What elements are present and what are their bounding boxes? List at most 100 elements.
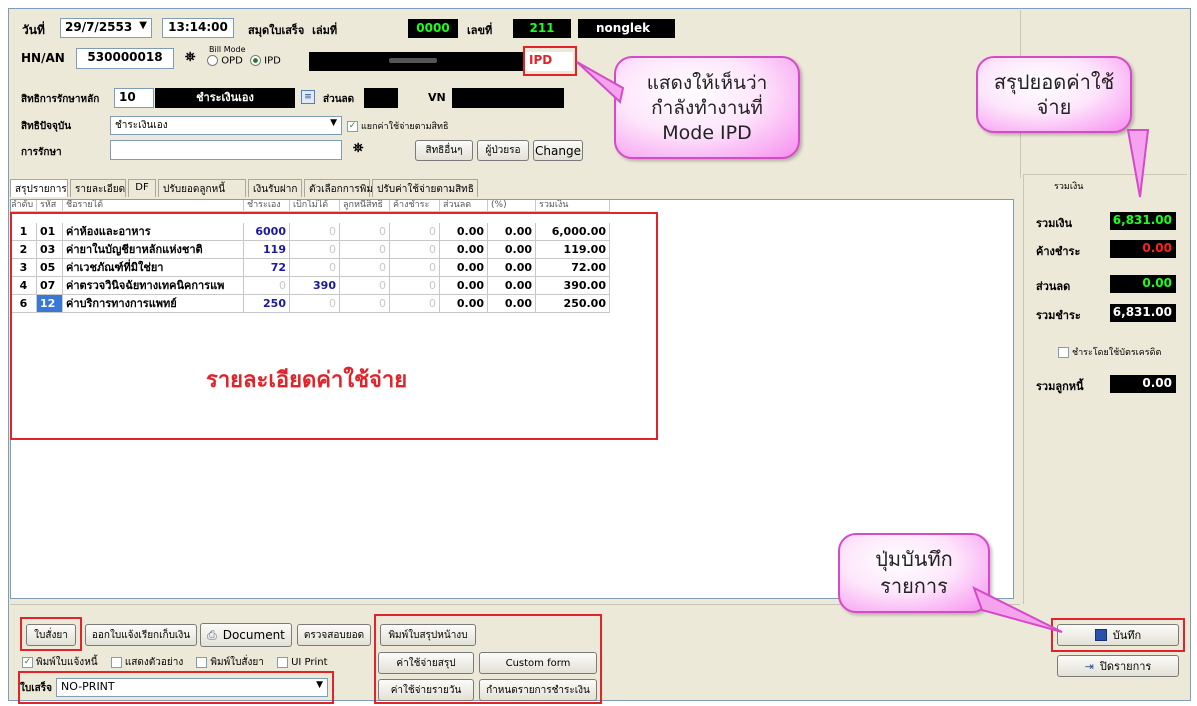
- prescription-highlight-box: [20, 617, 82, 651]
- exit-door-icon: ⇥: [1084, 659, 1094, 673]
- dropdown-list-icon[interactable]: ≡: [301, 90, 315, 104]
- book-no-label: เล่มที่: [312, 24, 338, 37]
- discount-label: ส่วนลด: [1036, 280, 1071, 293]
- book-number: 0000: [408, 19, 458, 38]
- expense-highlight-box: [10, 212, 658, 440]
- discount-header-label: ส่วนลด: [323, 94, 355, 105]
- date-value: 29/7/2553: [65, 20, 133, 34]
- col-header-percent: (%): [488, 200, 536, 212]
- checkbox-icon[interactable]: [110, 656, 122, 668]
- split-by-right-label: แยกค่าใช้จ่ายตามสิทธิ: [361, 122, 449, 132]
- hn-label: HN/AN: [21, 51, 65, 65]
- ui-print-label: UI Print: [291, 657, 328, 668]
- callout-save-line2: รายการ: [880, 574, 948, 598]
- debtor-label: รวมลูกหนี้: [1036, 380, 1084, 393]
- treatment-input[interactable]: [110, 140, 342, 160]
- print-prescription-label: พิมพ์ใบสั่งยา: [210, 657, 264, 668]
- callout-summary-line1: สรุปยอดค่าใช้: [993, 70, 1115, 94]
- current-right-value: ชำระเงินเอง: [115, 120, 168, 131]
- tab-adjust-by-right[interactable]: ปรับค่าใช้จ่ายตามสิทธิ: [372, 179, 478, 197]
- other-rights-button[interactable]: สิทธิอื่นๆ: [415, 140, 473, 161]
- custom-form-button[interactable]: Custom form: [479, 652, 597, 674]
- change-button[interactable]: Change: [533, 140, 583, 161]
- guarantor-button[interactable]: ผู้ป่วยรอ: [477, 140, 529, 161]
- print-summary-button[interactable]: พิมพ์ใบสรุปหน้างบ: [380, 624, 476, 646]
- mode-highlight-box: [523, 46, 577, 76]
- table-header-row: ลำดับ รหัส ชื่อรายได้ ชำระเอง เบิกไม่ได้…: [11, 200, 611, 212]
- credit-card-label: ชำระโดยใช้บัตรเครดิต: [1072, 348, 1162, 358]
- debtor-value: 0.00: [1110, 375, 1176, 393]
- binoculars-icon[interactable]: ⛯: [353, 141, 363, 156]
- outstanding-label: ค้างชำระ: [1036, 245, 1081, 258]
- print-debt-label: พิมพ์ใบแจ้งหนี้: [36, 657, 98, 668]
- col-header-code: รหัส: [37, 200, 63, 212]
- vn-field: [452, 88, 564, 108]
- bill-mode-label: Bill Mode: [209, 45, 246, 54]
- current-right-label: สิทธิปัจจุบัน: [21, 121, 72, 132]
- opd-radio[interactable]: [207, 55, 218, 66]
- binoculars-icon[interactable]: ⛯: [185, 50, 195, 65]
- tab-details[interactable]: รายละเอียด: [70, 179, 126, 197]
- print-icon: ⎙: [207, 627, 217, 642]
- col-header-right-debtor: ลูกหนี้สิทธิ: [340, 200, 390, 212]
- patient-name-redacted: [389, 58, 437, 63]
- callout-summary: สรุปยอดค่าใช้ จ่าย: [976, 56, 1132, 133]
- tab-adjust-debtor[interactable]: ปรับยอดลูกหนี้: [158, 179, 246, 197]
- checkbox-checked-icon[interactable]: ✓: [347, 121, 358, 132]
- ipd-label: IPD: [264, 55, 281, 67]
- define-payment-button[interactable]: กำหนดรายการชำระเงิน: [479, 679, 597, 701]
- expense-summary-button[interactable]: ค่าใช้จ่ายสรุป: [378, 652, 474, 674]
- expense-annotation-text: รายละเอียดค่าใช้จ่าย: [206, 368, 408, 393]
- callout-save: ปุ่มบันทึก รายการ: [838, 533, 990, 613]
- tab-df[interactable]: DF: [128, 179, 156, 197]
- check-balance-button[interactable]: ตรวจสอบยอด: [297, 624, 371, 646]
- print-checkboxes: ✓ พิมพ์ใบแจ้งหนี้ แสดงตัวอย่าง พิมพ์ใบสั่…: [22, 655, 328, 670]
- col-header-discount: ส่วนลด: [440, 200, 488, 212]
- current-right-select[interactable]: ชำระเงินเอง ▼: [110, 116, 342, 135]
- tab-deposit[interactable]: เงินรับฝาก: [248, 179, 302, 197]
- callout-save-line1: ปุ่มบันทึก: [875, 547, 953, 571]
- patient-name-field: [309, 52, 524, 71]
- chevron-down-icon[interactable]: ▼: [330, 118, 337, 128]
- checkbox-icon[interactable]: [277, 656, 289, 668]
- collection-button[interactable]: ออกใบแจ้งเรียกเก็บเงิน: [85, 624, 197, 646]
- main-right-name: ชำระเงินเอง: [155, 88, 295, 108]
- document-label: Document: [222, 628, 285, 642]
- summary-panel: รวมเงิน รวมเงิน 6,831.00 ค้างชำระ 0.00 ส…: [1023, 174, 1187, 604]
- receipt-number: 211: [513, 19, 571, 38]
- document-button[interactable]: ⎙ Document: [200, 623, 292, 647]
- number-label: เลขที่: [467, 24, 493, 37]
- tab-summary[interactable]: สรุปรายการ: [10, 179, 68, 197]
- chevron-down-icon[interactable]: ▼: [139, 20, 147, 31]
- col-header-outstanding: ค้างชำระ: [390, 200, 440, 212]
- book-label-text: สมุดใบเสร็จ: [248, 24, 305, 37]
- total-label: รวมเงิน: [1036, 217, 1072, 230]
- summary-header: รวมเงิน: [1054, 182, 1084, 192]
- vn-label: VN: [428, 91, 446, 104]
- credit-card-checkbox[interactable]: ชำระโดยใช้บัตรเครดิต: [1058, 345, 1161, 359]
- tab-print-options[interactable]: ตัวเลือกการพิมพ์: [304, 179, 380, 197]
- date-picker[interactable]: 29/7/2553 ▼: [60, 18, 152, 38]
- checkbox-checked-icon[interactable]: ✓: [22, 656, 33, 668]
- split-by-right-checkbox[interactable]: ✓ แยกค่าใช้จ่ายตามสิทธิ: [347, 119, 448, 133]
- hn-input[interactable]: 530000018: [76, 48, 174, 69]
- time-field[interactable]: 13:14:00: [162, 18, 234, 38]
- payable-label: รวมชำระ: [1036, 309, 1081, 322]
- receipt-highlight-box: [18, 671, 334, 704]
- book-label: สมุดใบเสร็จ เล่มที่: [248, 21, 337, 39]
- close-label: ปิดรายการ: [1099, 660, 1152, 673]
- main-right-code[interactable]: 10: [114, 88, 154, 108]
- payable-value: 6,831.00: [1110, 304, 1176, 322]
- close-button[interactable]: ⇥ ปิดรายการ: [1057, 655, 1179, 677]
- checkbox-icon[interactable]: [196, 656, 208, 668]
- col-header-self-pay: ชำระเอง: [244, 200, 290, 212]
- bill-mode-options: OPD IPD: [207, 55, 281, 67]
- discount-value: 0.00: [1110, 275, 1176, 293]
- daily-expense-button[interactable]: ค่าใช้จ่ายรายวัน: [378, 679, 474, 701]
- callout-mode-ipd: แสดงให้เห็นว่า กำลังทำงานที่ Mode IPD: [614, 56, 800, 159]
- user-name: nonglek: [578, 19, 675, 38]
- checkbox-icon[interactable]: [1058, 347, 1069, 358]
- total-value: 6,831.00: [1110, 212, 1176, 230]
- callout-summary-pointer: [1126, 129, 1150, 198]
- ipd-radio[interactable]: [249, 55, 261, 66]
